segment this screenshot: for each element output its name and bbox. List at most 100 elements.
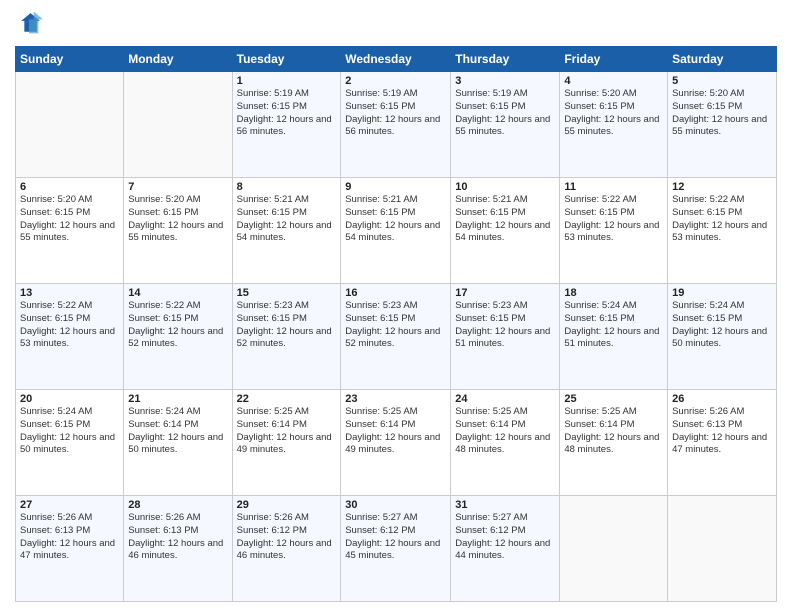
day-info: Sunrise: 5:21 AM Sunset: 6:15 PM Dayligh… xyxy=(237,194,337,245)
weekday-header: Thursday xyxy=(451,47,560,72)
day-info: Sunrise: 5:25 AM Sunset: 6:14 PM Dayligh… xyxy=(345,406,446,457)
calendar-table: SundayMondayTuesdayWednesdayThursdayFrid… xyxy=(15,46,777,602)
day-number: 18 xyxy=(564,287,663,299)
day-info: Sunrise: 5:20 AM Sunset: 6:15 PM Dayligh… xyxy=(20,194,119,245)
day-info: Sunrise: 5:24 AM Sunset: 6:14 PM Dayligh… xyxy=(128,406,227,457)
weekday-header: Friday xyxy=(560,47,668,72)
calendar-cell: 3Sunrise: 5:19 AM Sunset: 6:15 PM Daylig… xyxy=(451,72,560,178)
day-number: 7 xyxy=(128,181,227,193)
day-info: Sunrise: 5:22 AM Sunset: 6:15 PM Dayligh… xyxy=(128,300,227,351)
day-number: 24 xyxy=(455,393,555,405)
day-number: 1 xyxy=(237,75,337,87)
calendar-cell: 15Sunrise: 5:23 AM Sunset: 6:15 PM Dayli… xyxy=(232,284,341,390)
day-info: Sunrise: 5:22 AM Sunset: 6:15 PM Dayligh… xyxy=(20,300,119,351)
calendar-cell: 29Sunrise: 5:26 AM Sunset: 6:12 PM Dayli… xyxy=(232,496,341,602)
day-number: 13 xyxy=(20,287,119,299)
calendar-week: 27 Sunrise: 5:26 AM Sunset: 6:13 PM Dayli… xyxy=(16,496,777,602)
day-info: Sunrise: 5:22 AM Sunset: 6:15 PM Dayligh… xyxy=(672,194,772,245)
day-number: 3 xyxy=(455,75,555,87)
day-info: Sunrise: 5:20 AM Sunset: 6:15 PM Dayligh… xyxy=(128,194,227,245)
calendar-cell xyxy=(124,72,232,178)
day-info: Sunrise: 5:20 AM Sunset: 6:15 PM Dayligh… xyxy=(672,88,772,139)
calendar-cell: 17Sunrise: 5:23 AM Sunset: 6:15 PM Dayli… xyxy=(451,284,560,390)
day-number: 20 xyxy=(20,393,119,405)
day-number: 22 xyxy=(237,393,337,405)
calendar-cell: 5Sunrise: 5:20 AM Sunset: 6:15 PM Daylig… xyxy=(668,72,777,178)
weekday-header: Wednesday xyxy=(341,47,451,72)
day-info: Sunrise: 5:26 AM Sunset: 6:13 PM Dayligh… xyxy=(128,512,227,563)
weekday-header: Saturday xyxy=(668,47,777,72)
day-info: Sunrise: 5:19 AM Sunset: 6:15 PM Dayligh… xyxy=(237,88,337,139)
calendar-cell: 6Sunrise: 5:20 AM Sunset: 6:15 PM Daylig… xyxy=(16,178,124,284)
calendar-week: 13Sunrise: 5:22 AM Sunset: 6:15 PM Dayli… xyxy=(16,284,777,390)
weekday-header: Monday xyxy=(124,47,232,72)
day-info: Sunrise: 5:25 AM Sunset: 6:14 PM Dayligh… xyxy=(237,406,337,457)
day-info: Sunrise: 5:24 AM Sunset: 6:15 PM Dayligh… xyxy=(564,300,663,351)
calendar-cell: 28Sunrise: 5:26 AM Sunset: 6:13 PM Dayli… xyxy=(124,496,232,602)
calendar-cell: 25Sunrise: 5:25 AM Sunset: 6:14 PM Dayli… xyxy=(560,390,668,496)
day-number: 14 xyxy=(128,287,227,299)
day-info: Sunrise: 5:25 AM Sunset: 6:14 PM Dayligh… xyxy=(455,406,555,457)
day-number: 30 xyxy=(345,499,446,511)
day-number: 16 xyxy=(345,287,446,299)
day-info: Sunrise: 5:25 AM Sunset: 6:14 PM Dayligh… xyxy=(564,406,663,457)
day-info: Sunrise: 5:21 AM Sunset: 6:15 PM Dayligh… xyxy=(345,194,446,245)
calendar-cell: 21Sunrise: 5:24 AM Sunset: 6:14 PM Dayli… xyxy=(124,390,232,496)
day-number: 27 xyxy=(20,499,119,511)
day-number: 4 xyxy=(564,75,663,87)
day-number: 28 xyxy=(128,499,227,511)
day-number: 5 xyxy=(672,75,772,87)
weekday-row: SundayMondayTuesdayWednesdayThursdayFrid… xyxy=(16,47,777,72)
day-info: Sunrise: 5:23 AM Sunset: 6:15 PM Dayligh… xyxy=(237,300,337,351)
day-number: 10 xyxy=(455,181,555,193)
day-info: Sunrise: 5:21 AM Sunset: 6:15 PM Dayligh… xyxy=(455,194,555,245)
day-info: Sunrise: 5:23 AM Sunset: 6:15 PM Dayligh… xyxy=(455,300,555,351)
day-info: Sunrise: 5:27 AM Sunset: 6:12 PM Dayligh… xyxy=(455,512,555,563)
calendar-week: 1Sunrise: 5:19 AM Sunset: 6:15 PM Daylig… xyxy=(16,72,777,178)
day-info: Sunrise: 5:24 AM Sunset: 6:15 PM Dayligh… xyxy=(672,300,772,351)
header xyxy=(15,10,777,38)
day-number: 17 xyxy=(455,287,555,299)
calendar-body: 1Sunrise: 5:19 AM Sunset: 6:15 PM Daylig… xyxy=(16,72,777,602)
calendar-cell: 9Sunrise: 5:21 AM Sunset: 6:15 PM Daylig… xyxy=(341,178,451,284)
calendar-cell: 11Sunrise: 5:22 AM Sunset: 6:15 PM Dayli… xyxy=(560,178,668,284)
day-info: Sunrise: 5:27 AM Sunset: 6:12 PM Dayligh… xyxy=(345,512,446,563)
day-info: Sunrise: 5:22 AM Sunset: 6:15 PM Dayligh… xyxy=(564,194,663,245)
day-info: Sunrise: 5:23 AM Sunset: 6:15 PM Dayligh… xyxy=(345,300,446,351)
logo-icon xyxy=(15,10,43,38)
page: SundayMondayTuesdayWednesdayThursdayFrid… xyxy=(0,0,792,612)
calendar-cell: 19Sunrise: 5:24 AM Sunset: 6:15 PM Dayli… xyxy=(668,284,777,390)
day-number: 26 xyxy=(672,393,772,405)
calendar-cell: 13Sunrise: 5:22 AM Sunset: 6:15 PM Dayli… xyxy=(16,284,124,390)
day-info: Sunrise: 5:19 AM Sunset: 6:15 PM Dayligh… xyxy=(455,88,555,139)
day-number: 29 xyxy=(237,499,337,511)
day-info: Sunrise: 5:24 AM Sunset: 6:15 PM Dayligh… xyxy=(20,406,119,457)
calendar-week: 6Sunrise: 5:20 AM Sunset: 6:15 PM Daylig… xyxy=(16,178,777,284)
calendar-cell: 2Sunrise: 5:19 AM Sunset: 6:15 PM Daylig… xyxy=(341,72,451,178)
day-number: 9 xyxy=(345,181,446,193)
calendar-cell: 18Sunrise: 5:24 AM Sunset: 6:15 PM Dayli… xyxy=(560,284,668,390)
calendar-cell: 4Sunrise: 5:20 AM Sunset: 6:15 PM Daylig… xyxy=(560,72,668,178)
calendar-cell: 1Sunrise: 5:19 AM Sunset: 6:15 PM Daylig… xyxy=(232,72,341,178)
calendar-cell: 7Sunrise: 5:20 AM Sunset: 6:15 PM Daylig… xyxy=(124,178,232,284)
day-number: 23 xyxy=(345,393,446,405)
day-info: Sunrise: 5:19 AM Sunset: 6:15 PM Dayligh… xyxy=(345,88,446,139)
calendar-cell: 26Sunrise: 5:26 AM Sunset: 6:13 PM Dayli… xyxy=(668,390,777,496)
calendar-cell xyxy=(668,496,777,602)
day-number: 19 xyxy=(672,287,772,299)
calendar-header: SundayMondayTuesdayWednesdayThursdayFrid… xyxy=(16,47,777,72)
calendar-cell: 31Sunrise: 5:27 AM Sunset: 6:12 PM Dayli… xyxy=(451,496,560,602)
calendar-week: 20Sunrise: 5:24 AM Sunset: 6:15 PM Dayli… xyxy=(16,390,777,496)
calendar-cell: 30Sunrise: 5:27 AM Sunset: 6:12 PM Dayli… xyxy=(341,496,451,602)
day-info: Sunrise: 5:26 AM Sunset: 6:13 PM Dayligh… xyxy=(672,406,772,457)
day-number: 8 xyxy=(237,181,337,193)
calendar-cell: 14Sunrise: 5:22 AM Sunset: 6:15 PM Dayli… xyxy=(124,284,232,390)
calendar-cell: 20Sunrise: 5:24 AM Sunset: 6:15 PM Dayli… xyxy=(16,390,124,496)
day-number: 21 xyxy=(128,393,227,405)
calendar-cell: 23Sunrise: 5:25 AM Sunset: 6:14 PM Dayli… xyxy=(341,390,451,496)
calendar-cell xyxy=(16,72,124,178)
calendar-cell: 27Sunrise: 5:26 AM Sunset: 6:13 PM Dayli… xyxy=(16,496,124,602)
day-number: 15 xyxy=(237,287,337,299)
calendar-cell xyxy=(560,496,668,602)
calendar-cell: 12Sunrise: 5:22 AM Sunset: 6:15 PM Dayli… xyxy=(668,178,777,284)
